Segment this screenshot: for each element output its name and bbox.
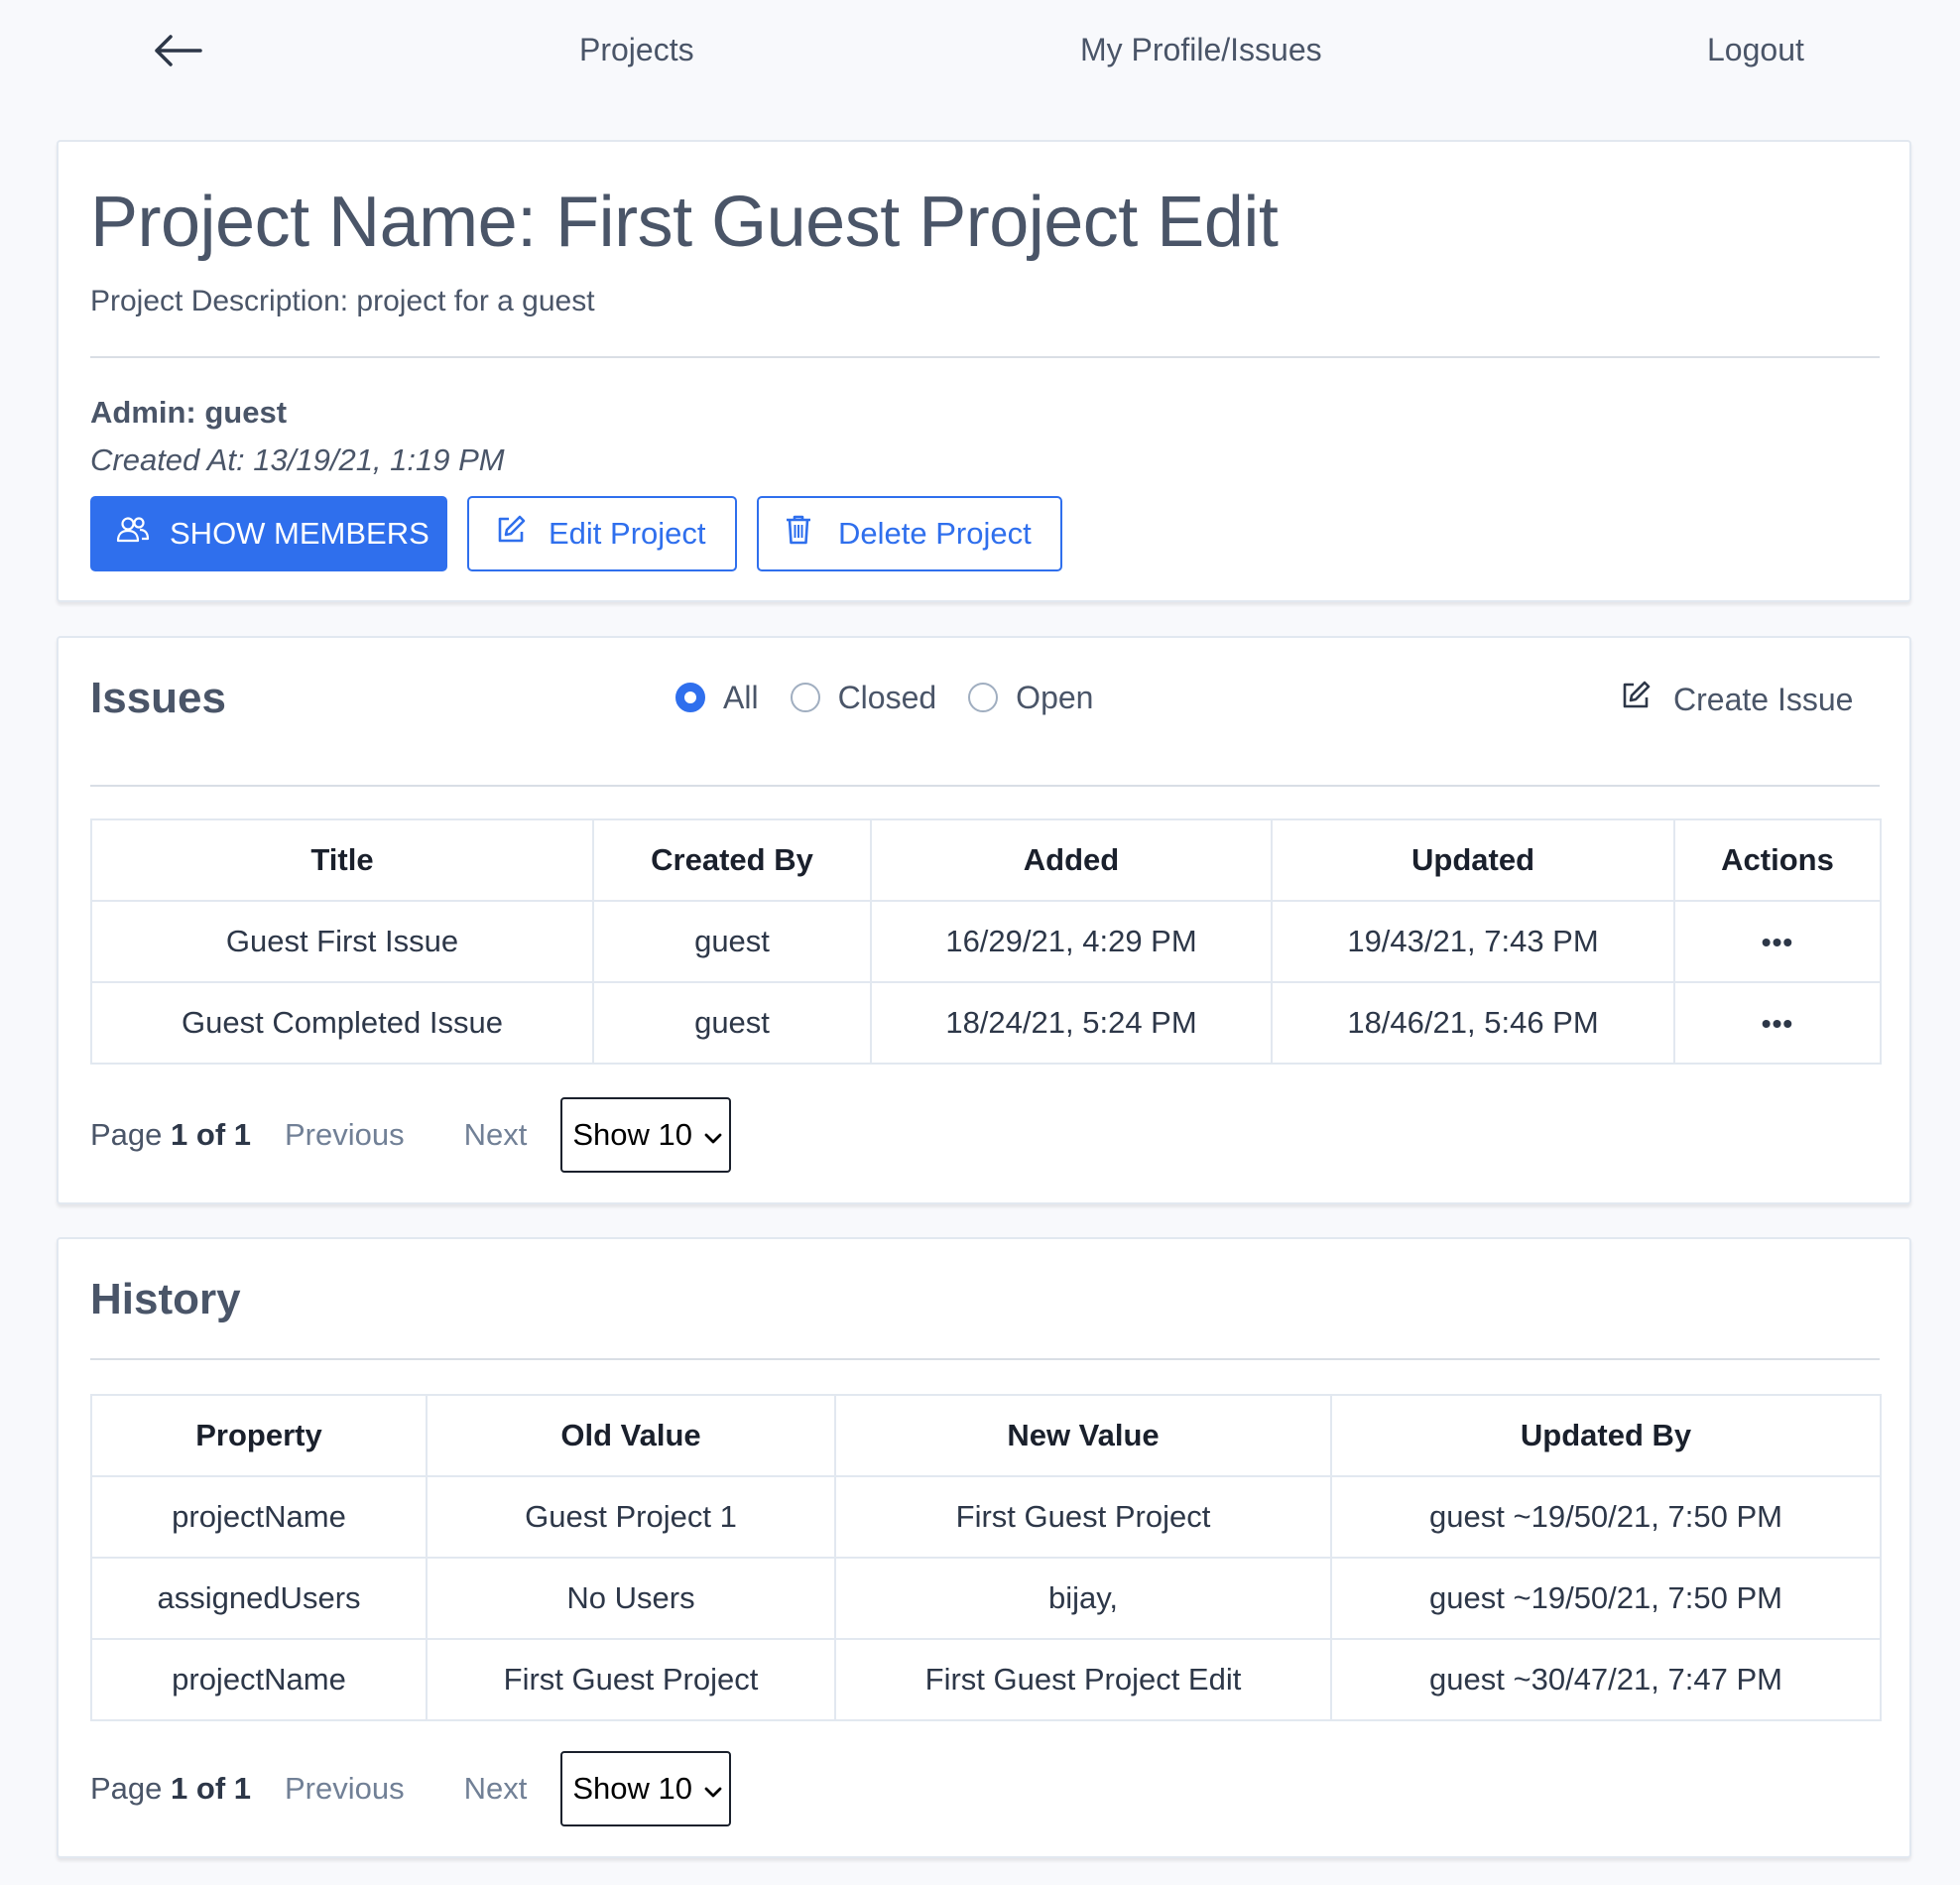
table-row: assignedUsers No Users bijay, guest ~19/… xyxy=(90,1557,1882,1640)
issue-updated-cell: 19/43/21, 7:43 PM xyxy=(1271,900,1675,983)
show-members-button[interactable]: SHOW MEMBERS xyxy=(90,496,447,571)
column-header[interactable]: Updated xyxy=(1271,818,1675,902)
nav-projects-link[interactable]: Projects xyxy=(579,32,694,68)
chevron-down-icon xyxy=(704,1771,722,1807)
filter-closed-label: Closed xyxy=(837,679,937,715)
issue-updated-cell: 18/46/21, 5:46 PM xyxy=(1271,981,1675,1065)
history-table: Property Old Value New Value Updated By … xyxy=(90,1394,1882,1721)
create-issue-label: Create Issue xyxy=(1673,681,1854,717)
edit-project-label: Edit Project xyxy=(549,516,706,551)
page-size-select[interactable]: Show 10 xyxy=(560,1097,732,1173)
chevron-down-icon xyxy=(704,1117,722,1153)
radio-unselected-icon xyxy=(968,683,999,712)
divider xyxy=(90,1358,1880,1360)
issues-pagination: Page 1 of 1 Previous Next Show 10 xyxy=(90,1096,732,1174)
history-card: History Property Old Value New Value Upd… xyxy=(57,1237,1911,1858)
history-updated-by-cell: guest ~19/50/21, 7:50 PM xyxy=(1330,1475,1882,1559)
table-row: projectName Guest Project 1 First Guest … xyxy=(90,1475,1882,1559)
create-issue-button[interactable]: Create Issue xyxy=(1620,678,1853,721)
filter-open-radio[interactable]: Open xyxy=(968,680,1093,716)
history-updated-by-cell: guest ~19/50/21, 7:50 PM xyxy=(1330,1557,1882,1640)
page-size-value: Show 10 xyxy=(572,1771,692,1806)
page-size-value: Show 10 xyxy=(572,1117,692,1152)
filter-closed-radio[interactable]: Closed xyxy=(790,679,937,716)
page-indicator: Page 1 of 1 xyxy=(90,1117,251,1152)
issue-creator-cell: guest xyxy=(592,900,872,983)
issues-table: Title Created By Added Updated Actions G… xyxy=(90,818,1882,1065)
radio-selected-icon xyxy=(675,683,705,712)
issue-added-cell: 18/24/21, 5:24 PM xyxy=(870,981,1273,1065)
page-size-select[interactable]: Show 10 xyxy=(560,1751,732,1826)
nav-logout-link[interactable]: Logout xyxy=(1707,32,1804,68)
show-members-label: SHOW MEMBERS xyxy=(170,516,429,551)
previous-page-button[interactable]: Previous xyxy=(285,1117,405,1153)
history-property-cell: projectName xyxy=(90,1638,428,1721)
history-old-value-cell: Guest Project 1 xyxy=(426,1475,836,1559)
top-nav: Projects My Profile/Issues Logout xyxy=(0,0,1960,109)
divider xyxy=(90,785,1880,787)
table-row[interactable]: Guest First Issue guest 16/29/21, 4:29 P… xyxy=(90,900,1882,983)
column-header: Actions xyxy=(1673,818,1882,902)
history-updated-by-cell: guest ~30/47/21, 7:47 PM xyxy=(1330,1638,1882,1721)
project-card: Project Name: First Guest Project Edit P… xyxy=(57,140,1911,602)
column-header[interactable]: New Value xyxy=(834,1394,1332,1477)
history-new-value-cell: First Guest Project Edit xyxy=(834,1638,1332,1721)
edit-icon xyxy=(1620,680,1652,719)
users-icon xyxy=(116,515,150,553)
history-new-value-cell: bijay, xyxy=(834,1557,1332,1640)
delete-project-label: Delete Project xyxy=(838,516,1032,551)
history-pagination: Page 1 of 1 Previous Next Show 10 xyxy=(90,1750,732,1827)
next-page-button[interactable]: Next xyxy=(464,1117,528,1153)
issue-creator-cell: guest xyxy=(592,981,872,1065)
actions-cell: ••• xyxy=(1673,900,1882,983)
table-row[interactable]: Guest Completed Issue guest 18/24/21, 5:… xyxy=(90,981,1882,1065)
table-header-row: Property Old Value New Value Updated By xyxy=(90,1394,1882,1477)
column-header[interactable]: Created By xyxy=(592,818,872,902)
issues-card: Issues All Closed Open Create Issue Titl… xyxy=(57,636,1911,1204)
radio-unselected-icon xyxy=(790,683,820,712)
column-header[interactable]: Property xyxy=(90,1394,428,1477)
more-options-icon[interactable]: ••• xyxy=(1762,1008,1793,1039)
project-created-at: Created At: 13/19/21, 1:19 PM xyxy=(90,442,505,477)
more-options-icon[interactable]: ••• xyxy=(1762,927,1793,957)
column-header[interactable]: Added xyxy=(870,818,1273,902)
history-title: History xyxy=(90,1275,241,1323)
nav-profile-link[interactable]: My Profile/Issues xyxy=(1080,32,1322,68)
project-admin: Admin: guest xyxy=(90,395,288,430)
table-header-row: Title Created By Added Updated Actions xyxy=(90,818,1882,902)
edit-project-button[interactable]: Edit Project xyxy=(467,496,737,571)
table-row: projectName First Guest Project First Gu… xyxy=(90,1638,1882,1721)
arrow-left-icon[interactable] xyxy=(149,28,208,73)
history-old-value-cell: First Guest Project xyxy=(426,1638,836,1721)
delete-project-button[interactable]: Delete Project xyxy=(757,496,1062,571)
filter-all-radio[interactable]: All xyxy=(675,680,759,716)
issue-filter: All Closed Open xyxy=(675,676,1093,719)
column-header[interactable]: Updated By xyxy=(1330,1394,1882,1477)
next-page-button[interactable]: Next xyxy=(464,1771,528,1807)
actions-cell: ••• xyxy=(1673,981,1882,1065)
previous-page-button[interactable]: Previous xyxy=(285,1771,405,1807)
issue-added-cell: 16/29/21, 4:29 PM xyxy=(870,900,1273,983)
issues-title: Issues xyxy=(90,674,226,722)
issue-title-cell[interactable]: Guest Completed Issue xyxy=(90,981,594,1065)
issue-title-cell[interactable]: Guest First Issue xyxy=(90,900,594,983)
column-header[interactable]: Old Value xyxy=(426,1394,836,1477)
column-header[interactable]: Title xyxy=(90,818,594,902)
history-property-cell: projectName xyxy=(90,1475,428,1559)
history-old-value-cell: No Users xyxy=(426,1557,836,1640)
filter-all-label: All xyxy=(723,679,759,715)
edit-icon xyxy=(495,514,527,554)
filter-open-label: Open xyxy=(1016,679,1094,715)
divider xyxy=(90,356,1880,358)
history-new-value-cell: First Guest Project xyxy=(834,1475,1332,1559)
project-description: Project Description: project for a guest xyxy=(90,285,595,317)
page-title: Project Name: First Guest Project Edit xyxy=(90,183,1279,262)
history-property-cell: assignedUsers xyxy=(90,1557,428,1640)
page-indicator: Page 1 of 1 xyxy=(90,1771,251,1806)
trash-icon xyxy=(785,514,812,554)
